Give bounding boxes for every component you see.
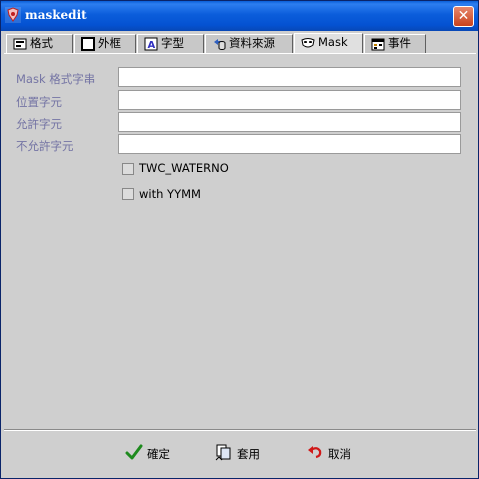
tab-panel-divider <box>4 53 476 54</box>
close-button[interactable]: ✕ <box>453 6 474 27</box>
format-icon <box>13 38 27 50</box>
apply-button[interactable]: 套用 <box>215 441 275 463</box>
footer-divider <box>4 429 476 431</box>
placeholder-char-input[interactable] <box>118 90 461 110</box>
dialog-window: maskedit ✕ 格式 外框 A 字型 資料來源 Mask 事件 Mask … <box>0 0 479 479</box>
svg-text:A: A <box>148 40 156 51</box>
border-icon <box>81 37 95 51</box>
tab-font[interactable]: A 字型 <box>137 34 204 53</box>
placeholder-char-label: 位置字元 <box>16 95 62 109</box>
cancel-button[interactable]: 取消 <box>306 441 366 463</box>
title-bar[interactable]: maskedit ✕ <box>1 1 478 31</box>
tab-event[interactable]: 事件 <box>364 34 426 53</box>
tab-label: 字型 <box>161 36 184 50</box>
datasource-icon <box>214 39 226 50</box>
twc-waterno-checkbox[interactable] <box>122 163 134 175</box>
cancel-button-label: 取消 <box>328 447 351 461</box>
allowed-chars-input[interactable] <box>118 112 461 132</box>
tab-label: 資料來源 <box>229 36 275 50</box>
with-yymm-checkbox[interactable] <box>122 188 134 200</box>
close-icon: ✕ <box>457 8 470 24</box>
checkmark-icon <box>125 444 143 460</box>
apply-icon <box>215 444 231 461</box>
font-icon: A <box>144 37 158 51</box>
tab-label: 事件 <box>388 36 411 50</box>
disallowed-chars-input[interactable] <box>118 134 461 154</box>
apply-button-label: 套用 <box>237 447 260 461</box>
mask-icon <box>301 38 315 48</box>
tab-label: 外框 <box>98 36 121 50</box>
tab-mask[interactable]: Mask <box>294 33 363 54</box>
disallowed-chars-label: 不允許字元 <box>16 139 74 153</box>
tab-border[interactable]: 外框 <box>74 34 136 53</box>
mask-format-label: Mask 格式字串 <box>16 72 96 86</box>
ok-button-label: 確定 <box>147 447 170 461</box>
allowed-chars-label: 允許字元 <box>16 117 62 131</box>
tab-format[interactable]: 格式 <box>6 34 73 53</box>
event-icon <box>371 38 385 51</box>
mask-format-input[interactable] <box>118 67 461 87</box>
undo-icon <box>308 446 322 459</box>
twc-waterno-label: TWC_WATERNO <box>139 161 229 175</box>
window-title: maskedit <box>25 8 87 22</box>
tab-label: 格式 <box>30 36 53 50</box>
app-icon <box>5 7 21 23</box>
ok-button[interactable]: 確定 <box>125 441 185 463</box>
tab-datasource[interactable]: 資料來源 <box>205 34 293 53</box>
dialog-body: 格式 外框 A 字型 資料來源 Mask 事件 Mask 格式字串 位置字元 允… <box>4 31 476 477</box>
tab-label: Mask <box>318 35 348 49</box>
with-yymm-label: with YYMM <box>139 187 201 201</box>
